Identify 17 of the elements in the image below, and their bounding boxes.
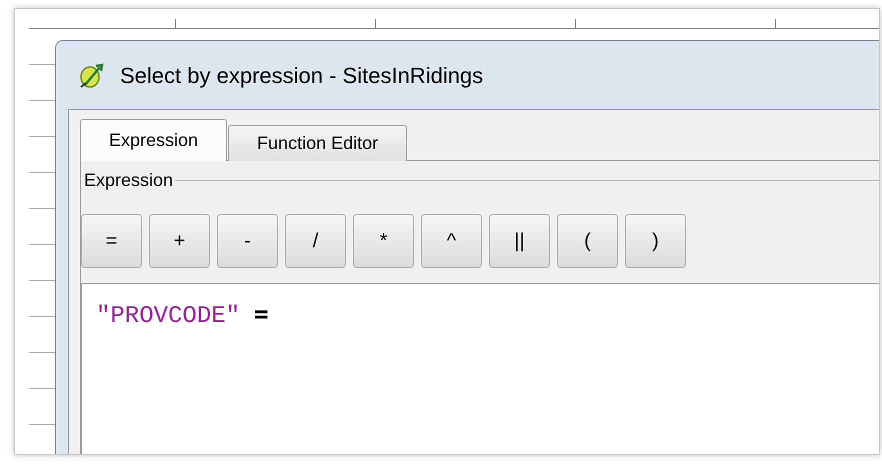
code-token: = bbox=[254, 299, 268, 330]
tab[interactable]: Expression bbox=[80, 119, 228, 161]
operator-button[interactable]: = bbox=[81, 214, 142, 268]
tab[interactable]: Function Editor bbox=[228, 125, 408, 161]
operator-button[interactable]: / bbox=[285, 214, 346, 268]
code-token: "PROVCODE" bbox=[96, 302, 240, 332]
operator-button[interactable]: ^ bbox=[421, 214, 482, 268]
group-label: Expression bbox=[84, 169, 174, 192]
operator-button[interactable]: + bbox=[149, 214, 210, 268]
operator-button[interactable]: * bbox=[353, 214, 414, 268]
operator-button[interactable]: ( bbox=[557, 214, 618, 268]
operator-button[interactable]: ) bbox=[625, 214, 686, 268]
operator-button[interactable]: - bbox=[217, 214, 278, 268]
pen-logo-icon bbox=[78, 61, 106, 89]
expression-editor[interactable]: "PROVCODE" = bbox=[81, 283, 879, 454]
window-title: Select by expression - SitesInRidings bbox=[120, 62, 484, 90]
operator-button[interactable]: || bbox=[489, 214, 550, 268]
